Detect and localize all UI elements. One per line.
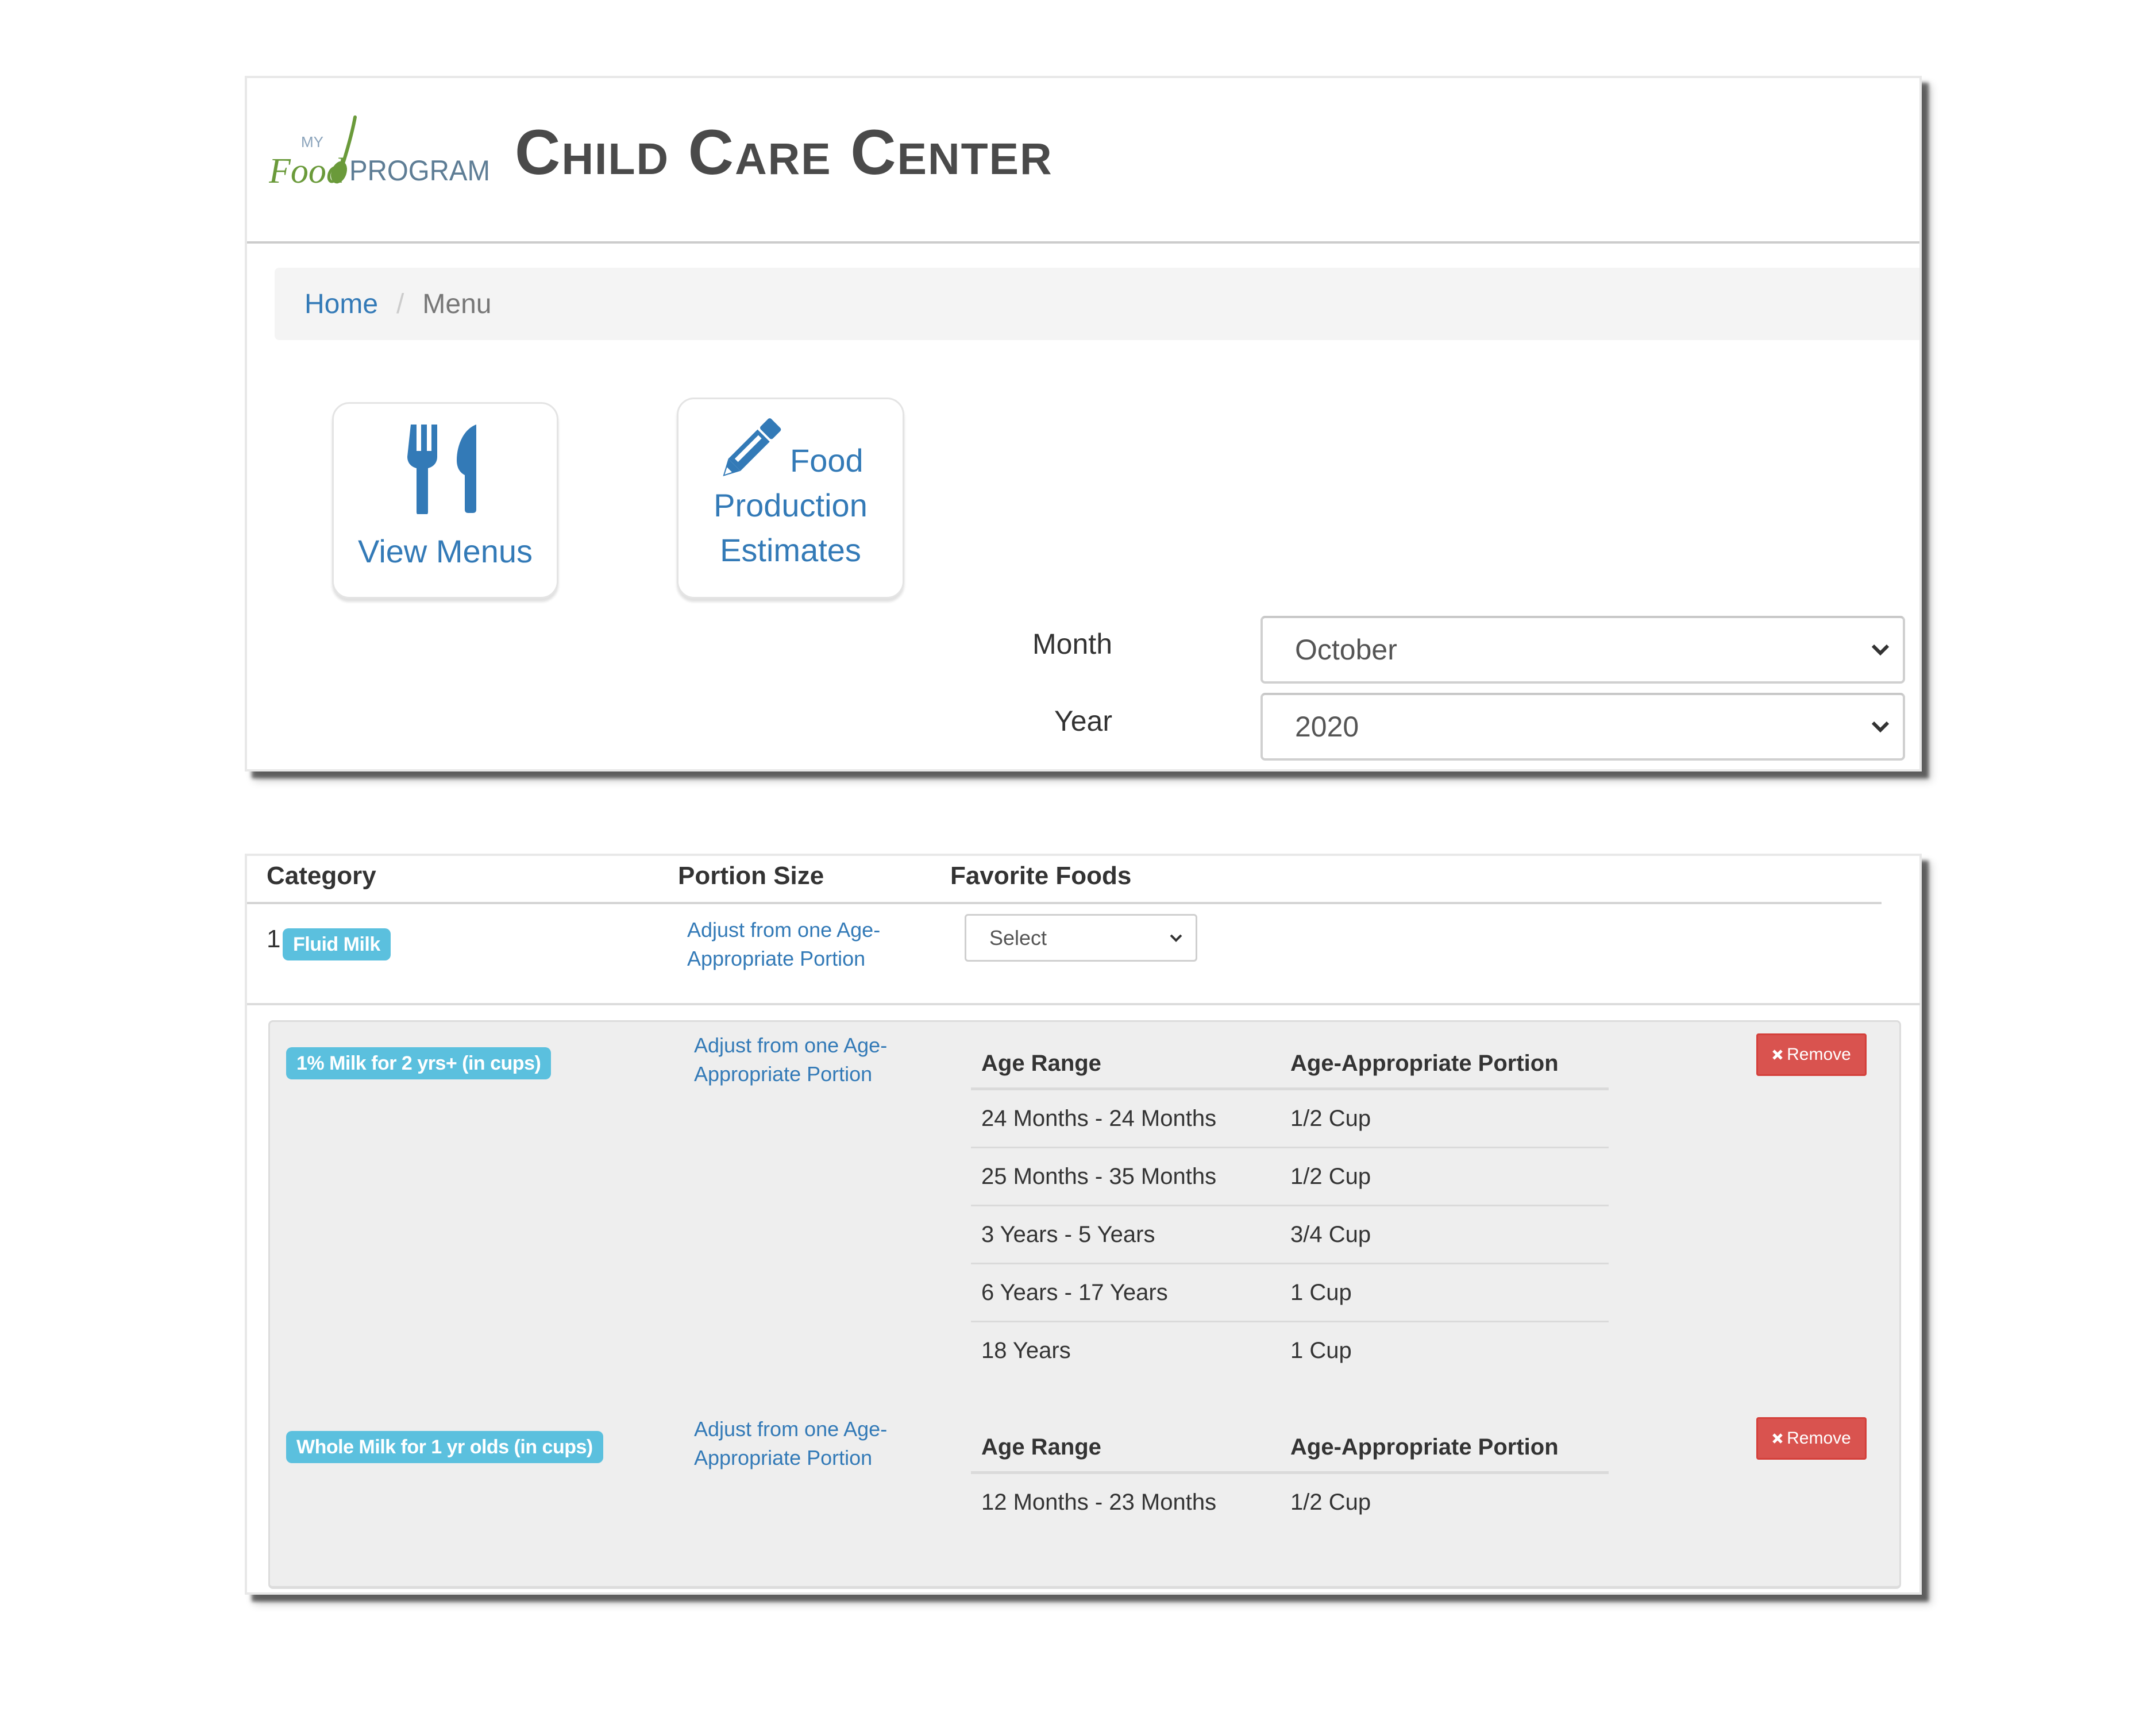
view-menus-label: View Menus [357,533,533,569]
column-header-favorite-foods: Favorite Foods [950,862,1132,890]
portion-cell: 1/2 Cup [1290,1106,1371,1131]
portion-header: Age-Appropriate Portion [1290,1051,1559,1076]
myfoodprogram-logo[interactable]: MY Food PROGRAM [268,113,493,191]
age-range-cell: 25 Months - 35 Months [981,1164,1217,1189]
remove-label: Remove [1787,1429,1851,1448]
age-table-header: Age Range Age-Appropriate Portion [971,1039,1609,1090]
row-divider [247,1003,1920,1005]
adjust-portion-link[interactable]: Adjust from one Age-Appropriate Portion [694,1031,901,1089]
chevron-down-icon [1871,721,1890,733]
column-header-category: Category [267,862,376,890]
portion-cell: 1 Cup [1290,1280,1352,1305]
age-range-cell: 3 Years - 5 Years [981,1222,1155,1247]
row-number: 1 [267,925,281,953]
breadcrumb: Home / Menu [275,268,1919,340]
portion-cell: 3/4 Cup [1290,1222,1371,1247]
page-title: Child Care Center [515,117,1053,188]
view-menus-button[interactable]: View Menus [332,402,558,599]
age-portion-table: Age Range Age-Appropriate Portion 12 Mon… [971,1423,1609,1530]
adjust-portion-link[interactable]: Adjust from one Age-Appropriate Portion [694,1415,901,1472]
menu-page-panel: MY Food PROGRAM Child Care Center Home /… [245,76,1922,771]
portion-cell: 1 Cup [1290,1338,1352,1363]
age-range-cell: 24 Months - 24 Months [981,1106,1217,1131]
category-badge: Fluid Milk [283,928,391,960]
logo-food: Food [269,152,345,187]
adjust-portion-link[interactable]: Adjust from one Age-Appropriate Portion [687,916,894,973]
remove-button[interactable]: Remove [1756,1417,1867,1460]
favorite-foods-select[interactable]: Select [965,914,1197,962]
year-label: Year [1054,705,1112,737]
remove-button[interactable]: Remove [1756,1033,1867,1076]
header-divider [247,902,1882,904]
chevron-down-icon [1170,934,1182,942]
month-value: October [1295,634,1397,666]
fpe-label-line3: Estimates [720,532,861,568]
table-row: 6 Years - 17 Years 1 Cup [971,1264,1609,1322]
year-value: 2020 [1295,711,1359,743]
age-range-cell: 18 Years [981,1338,1071,1363]
food-badge: Whole Milk for 1 yr olds (in cups) [286,1431,603,1463]
favorite-foods-value: Select [989,925,1047,950]
age-range-header: Age Range [981,1051,1101,1076]
year-select[interactable]: 2020 [1260,693,1905,761]
chevron-down-icon [1871,644,1890,656]
table-row: 24 Months - 24 Months 1/2 Cup [971,1090,1609,1148]
age-range-header: Age Range [981,1434,1101,1460]
portion-cell: 1/2 Cup [1290,1164,1371,1189]
breadcrumb-current: Menu [422,288,492,319]
remove-label: Remove [1787,1045,1851,1064]
fpe-label-line2: Production [714,487,868,523]
fpe-label-line1: Food [790,442,863,479]
age-range-cell: 12 Months - 23 Months [981,1490,1217,1515]
close-icon [1772,1433,1783,1444]
portion-header: Age-Appropriate Portion [1290,1434,1559,1460]
menu-categories-panel: Category Portion Size Favorite Foods 1 F… [245,854,1922,1595]
column-header-portion-size: Portion Size [678,862,824,890]
logo-program: PROGRAM [349,155,490,187]
table-row: 18 Years 1 Cup [971,1322,1609,1379]
table-row: 3 Years - 5 Years 3/4 Cup [971,1206,1609,1264]
pencil-icon [723,418,781,476]
table-row: 25 Months - 35 Months 1/2 Cup [971,1148,1609,1206]
logo-my: MY [301,133,323,151]
food-badge: 1% Milk for 2 yrs+ (in cups) [286,1047,552,1079]
table-row: 12 Months - 23 Months 1/2 Cup [971,1474,1609,1530]
close-icon [1772,1050,1783,1060]
food-production-estimates-button[interactable]: Food Production Estimates [677,398,904,599]
selected-foods-box: 1% Milk for 2 yrs+ (in cups) Adjust from… [268,1020,1901,1589]
age-table-header: Age Range Age-Appropriate Portion [971,1423,1609,1474]
breadcrumb-home[interactable]: Home [304,288,378,320]
portion-cell: 1/2 Cup [1290,1490,1371,1515]
month-label: Month [1032,628,1112,660]
cutlery-icon [407,425,476,514]
breadcrumb-separator: / [396,288,404,319]
header-divider [247,241,1919,244]
age-range-cell: 6 Years - 17 Years [981,1280,1168,1305]
age-portion-table: Age Range Age-Appropriate Portion 24 Mon… [971,1039,1609,1379]
month-select[interactable]: October [1260,616,1905,684]
